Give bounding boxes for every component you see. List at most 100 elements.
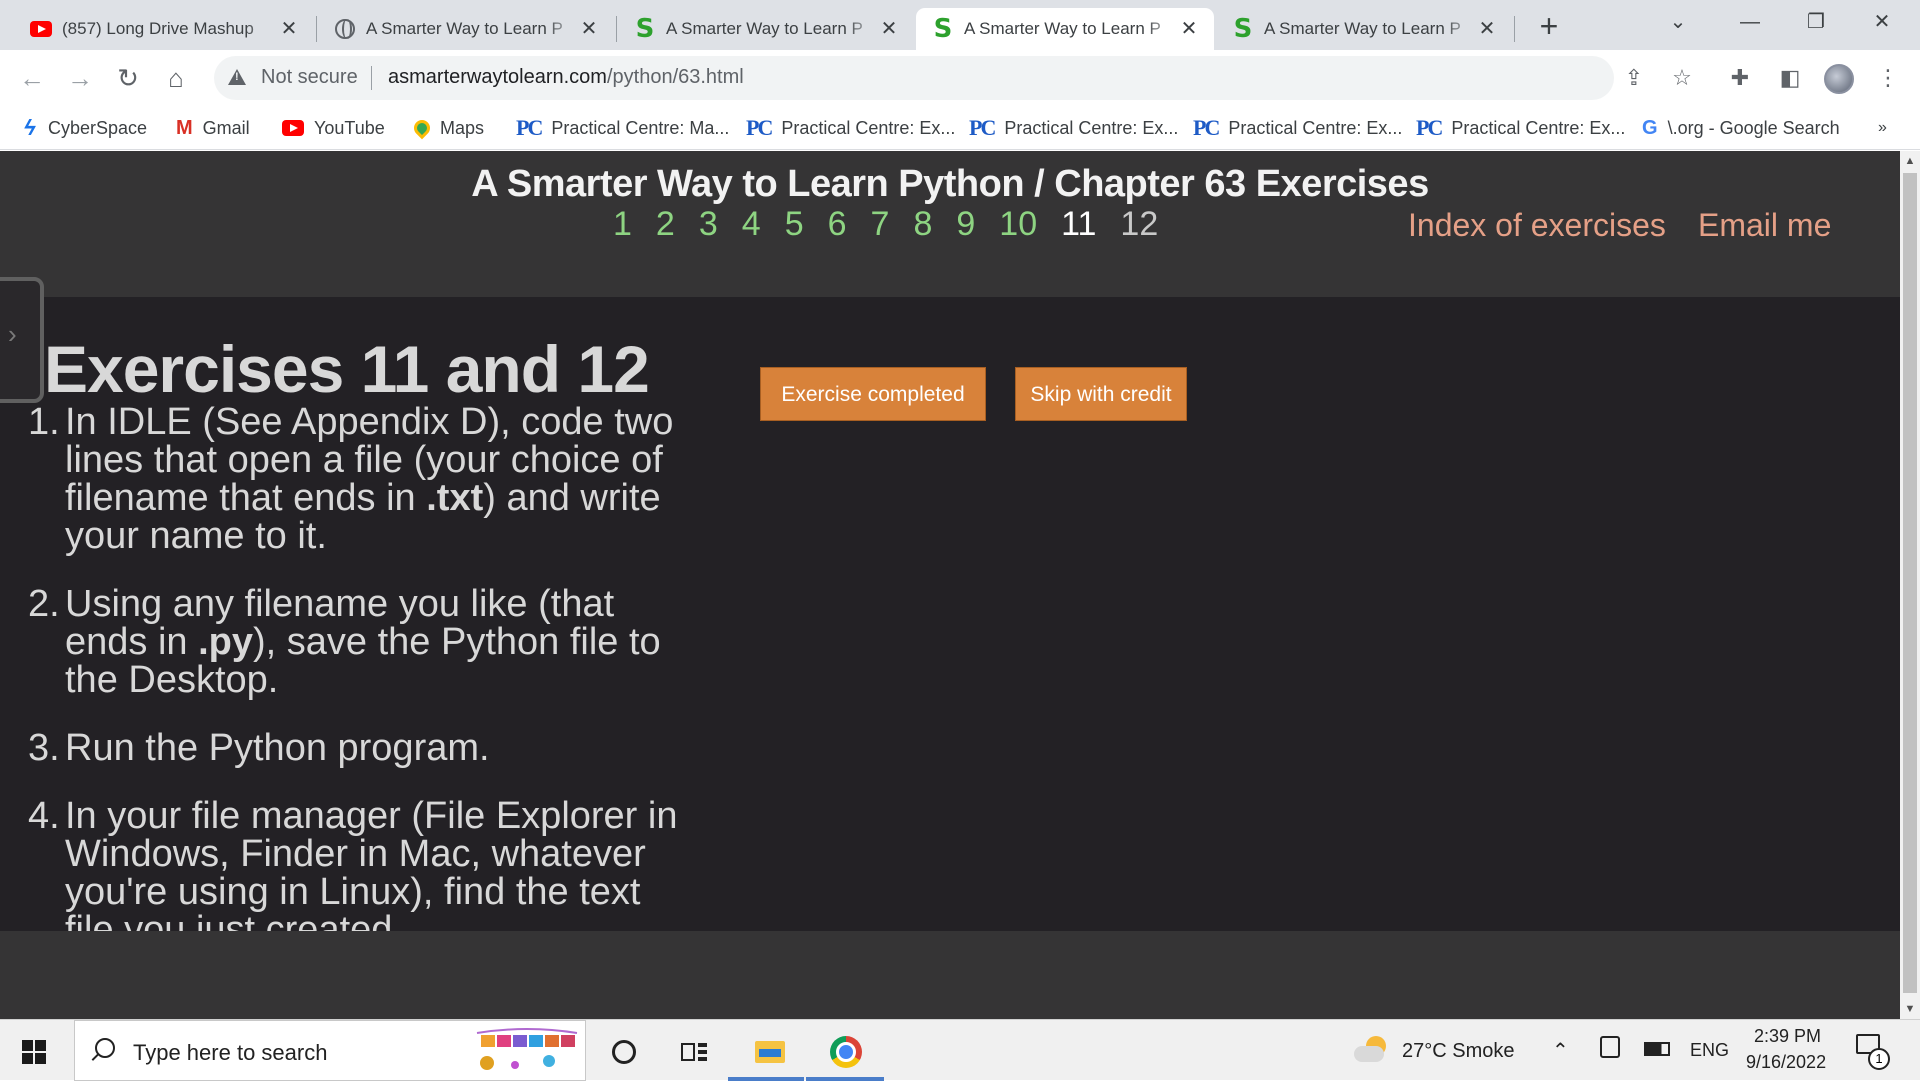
list-number: 1. <box>28 401 60 443</box>
file-explorer-icon[interactable] <box>748 1030 792 1074</box>
exercise-link-9[interactable]: 9 <box>956 205 975 244</box>
exercise-link-6[interactable]: 6 <box>828 205 847 244</box>
bookmark-practical-centre-2[interactable]: PC Practical Centre: Ex... <box>746 115 955 140</box>
bookmark-gmail[interactable]: M Gmail <box>176 116 250 140</box>
google-icon: G <box>1642 116 1658 139</box>
notifications-icon[interactable]: 1 <box>1856 1034 1890 1070</box>
tab-1[interactable]: (857) Long Drive Mashup ✕ <box>14 8 314 50</box>
url-text[interactable]: asmarterwaytolearn.com/python/63.html <box>388 66 744 89</box>
pc-icon: PC <box>1416 115 1443 140</box>
warning-icon[interactable] <box>228 69 246 85</box>
cortana-icon[interactable] <box>602 1030 646 1074</box>
url-domain: asmarterwaytolearn.com <box>388 66 607 88</box>
exercise-link-3[interactable]: 3 <box>699 205 718 244</box>
exercise-link-1[interactable]: 1 <box>613 205 632 244</box>
exercise-link-2[interactable]: 2 <box>656 205 675 244</box>
bookmark-practical-centre-1[interactable]: PC Practical Centre: Ma... <box>516 115 729 140</box>
exercise-link-4[interactable]: 4 <box>742 205 761 244</box>
close-icon[interactable]: ✕ <box>1178 18 1200 40</box>
close-window-button[interactable]: ✕ <box>1852 0 1912 46</box>
side-panel-icon[interactable]: ◧ <box>1774 62 1806 94</box>
taskbar-search-box[interactable]: Type here to search <box>74 1020 586 1081</box>
task-view-icon[interactable] <box>672 1030 716 1074</box>
bookmark-google-search[interactable]: G \.org - Google Search <box>1642 116 1840 140</box>
tab-4-active[interactable]: S A Smarter Way to Learn P ✕ <box>916 8 1214 50</box>
list-item: 4. In your file manager (File Explorer i… <box>28 797 688 949</box>
bookmark-star-icon[interactable]: ☆ <box>1666 62 1698 94</box>
notification-count-badge: 1 <box>1868 1048 1890 1070</box>
bookmark-cyberspace[interactable]: ϟ CyberSpace <box>24 116 147 140</box>
battery-icon[interactable] <box>1644 1042 1670 1056</box>
exercise-link-5[interactable]: 5 <box>785 205 804 244</box>
exercise-link-10[interactable]: 10 <box>999 205 1037 244</box>
reload-button[interactable]: ↻ <box>110 60 146 96</box>
pc-icon: PC <box>516 115 543 140</box>
scroll-up-icon[interactable]: ▲ <box>1900 151 1920 171</box>
exercise-completed-button[interactable]: Exercise completed <box>760 367 986 421</box>
scroll-down-icon[interactable]: ▼ <box>1900 999 1920 1019</box>
exercise-number-nav: 1 2 3 4 5 6 7 8 9 10 11 12 <box>613 205 1182 244</box>
list-number: 4. <box>28 795 60 837</box>
language-indicator[interactable]: ENG <box>1690 1040 1729 1061</box>
security-status[interactable]: Not secure <box>261 66 358 89</box>
file-explorer-active-indicator <box>728 1077 804 1081</box>
exercise-text: In IDLE (See Appendix D), code two lines… <box>65 401 674 557</box>
restore-button[interactable]: ❐ <box>1786 0 1846 46</box>
extensions-icon[interactable]: ✚ <box>1724 62 1756 94</box>
maps-icon <box>410 116 434 140</box>
browser-toolbar: ← → ↻ ⌂ Not secure asmarterwaytolearn.co… <box>0 50 1920 106</box>
close-icon[interactable]: ✕ <box>1476 18 1498 40</box>
bookmark-practical-centre-4[interactable]: PC Practical Centre: Ex... <box>1193 115 1402 140</box>
weather-icon[interactable] <box>1354 1036 1388 1064</box>
page-scrollbar[interactable]: ▲ ▼ <box>1900 151 1920 1019</box>
exercise-link-7[interactable]: 7 <box>871 205 890 244</box>
scrollbar-thumb[interactable] <box>1903 173 1917 993</box>
exercise-link-12[interactable]: 12 <box>1120 205 1158 244</box>
back-button[interactable]: ← <box>14 60 50 96</box>
bookmark-maps[interactable]: Maps <box>410 116 484 140</box>
bookmark-label: YouTube <box>314 117 385 138</box>
chrome-icon[interactable] <box>824 1030 868 1074</box>
tab-title: A Smarter Way to Learn P <box>1264 19 1461 38</box>
weather-text[interactable]: 27°C Smoke <box>1402 1040 1515 1063</box>
side-panel-toggle[interactable]: › <box>0 277 44 403</box>
clock-time[interactable]: 2:39 PM <box>1754 1026 1821 1047</box>
windows-start-icon[interactable] <box>22 1040 46 1064</box>
tab-title: A Smarter Way to Learn P <box>964 19 1161 38</box>
menu-icon[interactable]: ⋮ <box>1872 62 1904 94</box>
bookmark-youtube[interactable]: YouTube <box>282 116 385 140</box>
bookmark-practical-centre-5[interactable]: PC Practical Centre: Ex... <box>1416 115 1625 140</box>
site-header: A Smarter Way to Learn Python / Chapter … <box>0 151 1900 297</box>
bookmark-label: CyberSpace <box>48 117 148 138</box>
search-highlight-icon <box>476 1028 578 1070</box>
exercise-link-11-current: 11 <box>1061 205 1097 243</box>
pc-icon: PC <box>746 115 773 140</box>
bookmarks-bar: ϟ CyberSpace M Gmail YouTube Maps PC Pra… <box>0 106 1920 150</box>
profile-avatar[interactable] <box>1824 64 1854 94</box>
globe-icon <box>334 18 356 40</box>
minimize-button[interactable]: — <box>1720 0 1780 46</box>
index-of-exercises-link[interactable]: Index of exercises <box>1408 207 1666 244</box>
forward-button[interactable]: → <box>62 60 98 96</box>
tab-search-dropdown-icon[interactable]: ⌄ <box>1648 0 1708 46</box>
close-icon[interactable]: ✕ <box>878 18 900 40</box>
bookmarks-overflow-button[interactable]: » <box>1878 116 1887 140</box>
close-icon[interactable]: ✕ <box>578 18 600 40</box>
tab-2[interactable]: A Smarter Way to Learn P ✕ <box>318 8 614 50</box>
tab-title: A Smarter Way to Learn P <box>366 19 563 38</box>
new-tab-button[interactable]: + <box>1532 10 1566 44</box>
url-divider <box>371 66 372 90</box>
tab-title: (857) Long Drive Mashup <box>62 19 254 38</box>
close-icon[interactable]: ✕ <box>278 18 300 40</box>
exercise-link-8[interactable]: 8 <box>913 205 932 244</box>
tab-5[interactable]: S A Smarter Way to Learn P ✕ <box>1216 8 1512 50</box>
tray-chevron-icon[interactable]: ⌃ <box>1552 1038 1569 1063</box>
email-me-link[interactable]: Email me <box>1698 207 1831 244</box>
meet-now-icon[interactable] <box>1600 1036 1620 1058</box>
clock-date[interactable]: 9/16/2022 <box>1746 1052 1826 1073</box>
skip-with-credit-button[interactable]: Skip with credit <box>1015 367 1187 421</box>
share-icon[interactable]: ⇪ <box>1618 62 1650 94</box>
tab-3[interactable]: S A Smarter Way to Learn P ✕ <box>618 8 914 50</box>
bookmark-practical-centre-3[interactable]: PC Practical Centre: Ex... <box>969 115 1178 140</box>
home-button[interactable]: ⌂ <box>158 60 194 96</box>
